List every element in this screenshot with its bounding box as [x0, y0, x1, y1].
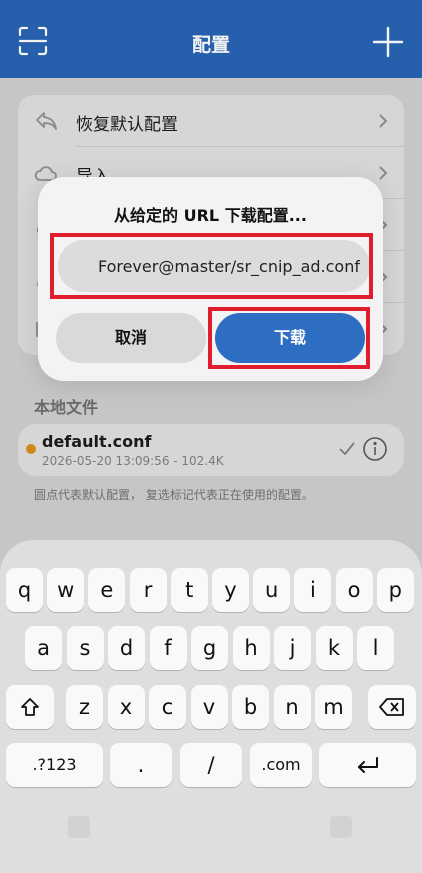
- delete-key[interactable]: [368, 685, 416, 729]
- checkmark-icon: [338, 440, 356, 458]
- key-m[interactable]: m: [315, 685, 352, 729]
- plus-icon[interactable]: [372, 26, 404, 58]
- dictation-icon[interactable]: [330, 816, 352, 838]
- key-u[interactable]: u: [253, 568, 291, 612]
- section-title-local-files: 本地文件: [34, 398, 99, 417]
- chevron-right-icon: [378, 113, 388, 129]
- key-g[interactable]: g: [191, 626, 228, 670]
- dialog-title: 从给定的 URL 下载配置...: [114, 206, 307, 225]
- emoji-icon[interactable]: [68, 816, 90, 838]
- info-icon[interactable]: [362, 436, 388, 462]
- key-q[interactable]: q: [6, 568, 43, 612]
- menu-item-restore-default[interactable]: 恢复默认配置: [18, 95, 404, 147]
- navigation-bar: 配置: [0, 0, 422, 78]
- key-z[interactable]: z: [66, 685, 103, 729]
- delete-icon: [379, 698, 404, 716]
- return-key[interactable]: [319, 743, 416, 787]
- menu-item-label: 恢复默认配置: [76, 115, 178, 135]
- default-indicator-dot: [26, 444, 36, 454]
- file-name: default.conf: [42, 432, 152, 451]
- key-n[interactable]: n: [273, 685, 311, 729]
- key-dot[interactable]: .: [110, 743, 172, 787]
- highlight-box-url-input: [50, 233, 373, 299]
- file-row-default-conf[interactable]: default.conf 2026-05-20 13:09:56 - 102.4…: [18, 424, 404, 476]
- key-w[interactable]: w: [47, 568, 85, 612]
- page-title: 配置: [191, 34, 230, 56]
- key-k[interactable]: k: [315, 626, 353, 670]
- key-s[interactable]: s: [66, 626, 104, 670]
- key-x[interactable]: x: [107, 685, 145, 729]
- shift-key[interactable]: [6, 685, 54, 729]
- shift-icon: [21, 698, 39, 716]
- chevron-right-icon: [378, 165, 388, 181]
- key-o[interactable]: o: [335, 568, 373, 612]
- key-b[interactable]: b: [232, 685, 269, 729]
- key-i[interactable]: i: [294, 568, 332, 612]
- key-t[interactable]: t: [170, 568, 208, 612]
- numbers-key[interactable]: .?123: [6, 743, 103, 787]
- cancel-button[interactable]: 取消: [56, 313, 206, 363]
- key-f[interactable]: f: [149, 626, 187, 670]
- undo-icon: [34, 109, 58, 133]
- key-e[interactable]: e: [88, 568, 126, 612]
- key-l[interactable]: l: [357, 626, 394, 670]
- key-dotcom[interactable]: .com: [250, 743, 312, 787]
- key-v[interactable]: v: [190, 685, 228, 729]
- key-a[interactable]: a: [25, 626, 62, 670]
- download-url-dialog: 从给定的 URL 下载配置... 取消 下载: [38, 177, 383, 381]
- key-j[interactable]: j: [274, 626, 311, 670]
- return-icon: [357, 757, 378, 773]
- key-slash[interactable]: /: [180, 743, 242, 787]
- key-h[interactable]: h: [232, 626, 270, 670]
- file-meta: 2026-05-20 13:09:56 - 102.4K: [42, 454, 224, 468]
- footnote-text: 圆点代表默认配置， 复选标记代表正在使用的配置。: [34, 488, 314, 502]
- key-d[interactable]: d: [108, 626, 145, 670]
- key-r[interactable]: r: [129, 568, 167, 612]
- key-p[interactable]: p: [376, 568, 414, 612]
- keyboard-bottom-area: [0, 792, 422, 873]
- key-y[interactable]: y: [212, 568, 249, 612]
- key-c[interactable]: c: [149, 685, 186, 729]
- highlight-box-download-button: [208, 307, 370, 369]
